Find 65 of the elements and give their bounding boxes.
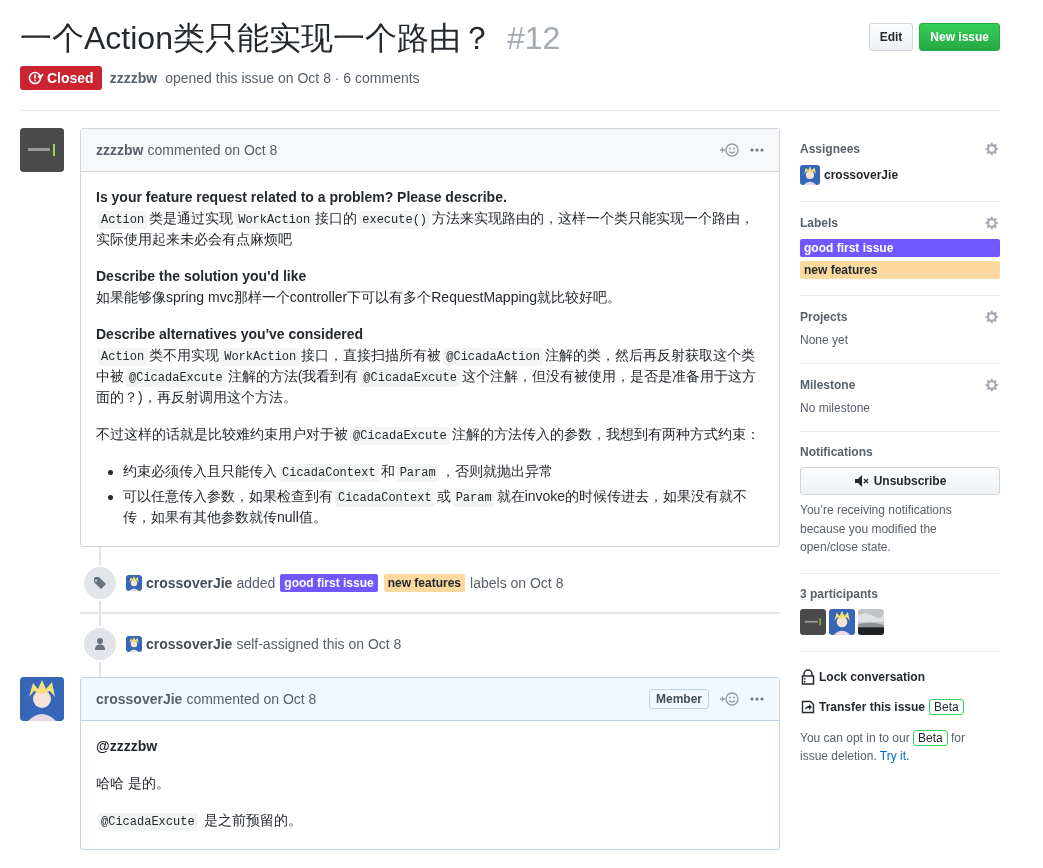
comment-paragraph: Describe the solution you'd like 如果能够像spring mvc那样一个controller下可以有多个RequestMapping就比较好吧。 — [96, 267, 623, 307]
comment-paragraph: Is your feature request related to a problem? Please describe. Action 类是通过实现 WorkAction 接口的 execute() 方法来实现路由的，这样一个类只能实现一个路由，实际使用起来未必会有点麻烦吧 — [96, 188, 756, 249]
author-link[interactable]: crossoverJie — [146, 575, 233, 591]
section-heading: Projects — [800, 310, 848, 324]
projects-value: None yet — [800, 333, 850, 347]
comment-paragraph: Describe alternatives you've considered Action 类不用实现 WorkAction 接口，直接扫描所有被 @CicadaAction 注解的类，然后再反射获取这个类中被 @CicadaExcute 注解的方法(我看到有 @CicadaExcute 这个注解，但没有被使用，是否是准备用于这方面的？)，再反射调用这个方法。 — [96, 325, 757, 407]
settings-icon[interactable] — [984, 309, 1000, 325]
event-text: labels on Oct 8 — [470, 575, 564, 591]
edit-button[interactable]: Edit — [868, 23, 914, 51]
lock-conversation-link[interactable]: Lock conversation — [800, 668, 926, 685]
author-link[interactable]: zzzzbw — [96, 142, 144, 158]
avatar[interactable] — [829, 608, 855, 635]
milestone-value: No milestone — [800, 401, 872, 415]
beta-badge: Beta — [929, 698, 964, 715]
issue-number: #12 — [506, 19, 561, 58]
avatar[interactable] — [126, 636, 142, 652]
add-reaction-icon[interactable] — [719, 142, 739, 158]
section-heading: Labels — [800, 216, 838, 230]
transfer-issue-link[interactable]: Transfer this issue — [800, 698, 926, 715]
settings-icon[interactable] — [984, 377, 1000, 393]
lock-icon — [800, 668, 816, 685]
bullet-icon — [108, 470, 113, 475]
issue-title: 一个Action类只能实现一个路由？ — [20, 19, 493, 58]
issue-label[interactable]: good first issue — [280, 574, 378, 592]
issue-meta: opened this issue on Oct 8 · 6 comments — [165, 70, 420, 86]
role-badge: Member — [649, 689, 709, 709]
comment-paragraph: @zzzzbw — [96, 737, 159, 756]
issue-label[interactable]: new features — [383, 574, 466, 592]
comment-paragraph: 哈哈 是的。 — [96, 774, 171, 793]
person-icon — [92, 636, 108, 652]
state-label: Closed — [47, 70, 94, 86]
comment-paragraph: 不过这样的话就是比较难约束用户对于被 @CicadaExcute 注解的方法传入的参数，我想到有两种方式约束： — [96, 425, 761, 445]
settings-icon[interactable] — [984, 141, 1000, 157]
add-reaction-icon[interactable] — [719, 691, 739, 707]
tag-icon — [92, 575, 108, 591]
author-link[interactable]: zzzzbw — [109, 70, 158, 86]
comment-meta: commented on Oct 8 — [186, 691, 317, 707]
issue-state-icon — [28, 70, 44, 86]
mute-icon — [853, 473, 870, 489]
try-it-link[interactable]: Try it. — [879, 749, 910, 764]
bullet-icon — [108, 495, 113, 500]
issue-label[interactable]: new features — [800, 261, 1000, 279]
avatar[interactable] — [20, 677, 64, 721]
assignee-link[interactable]: crossoverJie — [824, 168, 899, 182]
deletion-note: You can opt in to our Beta for issue deletion. Try it. — [800, 728, 966, 766]
comment-paragraph: @CicadaExcute 是之前预留的。 — [96, 810, 764, 831]
notification-reason: You’re receiving notifications because you modified the open/close state. — [800, 502, 953, 557]
section-heading: Milestone — [800, 378, 856, 392]
event-text: self-assigned this on Oct 8 — [236, 636, 402, 652]
section-heading: Assignees — [800, 142, 861, 156]
list-item-text: 约束必须传入且只能传入 CicadaContext 和 Param ，否则就抛出异常 — [123, 462, 553, 482]
issue-label[interactable]: good first issue — [800, 239, 1000, 257]
comment-meta: commented on Oct 8 — [147, 142, 278, 158]
section-heading: 3 participants — [800, 586, 879, 601]
section-heading: Notifications — [800, 445, 873, 459]
author-link[interactable]: crossoverJie — [146, 636, 233, 652]
avatar[interactable] — [800, 608, 826, 635]
unsubscribe-button[interactable]: Unsubscribe — [800, 467, 1000, 495]
transfer-icon — [800, 698, 816, 715]
author-link[interactable]: crossoverJie — [96, 691, 183, 707]
avatar[interactable] — [126, 575, 142, 591]
event-text: added — [236, 575, 276, 591]
avatar[interactable] — [800, 165, 820, 185]
list-item-text: 可以任意传入参数，如果检查到有 CicadaContext 或 Param 就在invoke的时候传进去，如果没有就不传，如果有其他参数就传null值。 — [123, 487, 749, 527]
settings-icon[interactable] — [984, 215, 1000, 231]
